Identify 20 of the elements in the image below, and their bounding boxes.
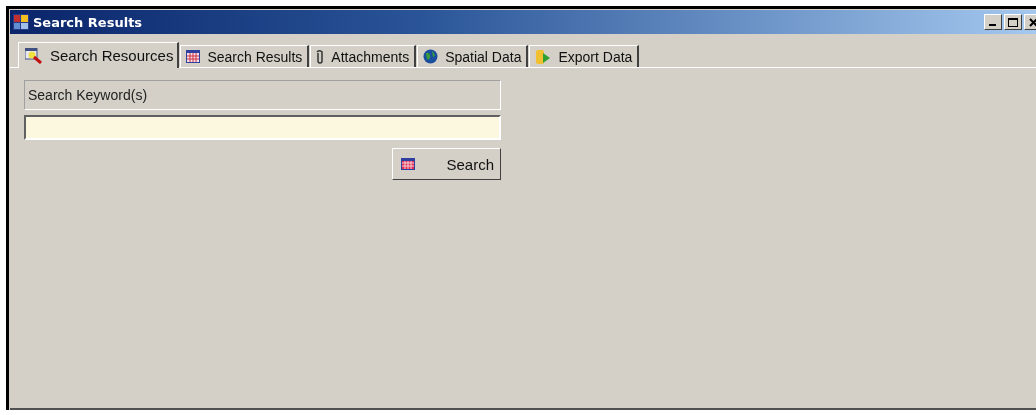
close-icon [1028, 17, 1036, 27]
field-label: Search Keyword(s) [24, 80, 501, 110]
app-icon [13, 14, 29, 30]
window-title: Search Results [33, 14, 144, 30]
paperclip-icon [316, 49, 325, 64]
keyword-field[interactable] [24, 115, 501, 140]
search-button[interactable]: Search [392, 148, 501, 180]
globe-icon [423, 49, 439, 64]
maximize-button[interactable] [1004, 14, 1022, 30]
magnifier-icon [25, 47, 43, 64]
tab[interactable]: Export Data [529, 45, 640, 67]
maximize-icon [1008, 17, 1018, 27]
calendar-icon [186, 50, 201, 63]
calendar-icon [401, 158, 415, 170]
export-icon [535, 48, 552, 65]
tab[interactable]: Search Resources [18, 42, 180, 68]
tab[interactable]: Search Results [180, 45, 310, 67]
tab[interactable]: Spatial Data [417, 45, 529, 67]
tab[interactable]: Attachments [310, 45, 417, 67]
minimize-button[interactable] [984, 14, 1002, 30]
